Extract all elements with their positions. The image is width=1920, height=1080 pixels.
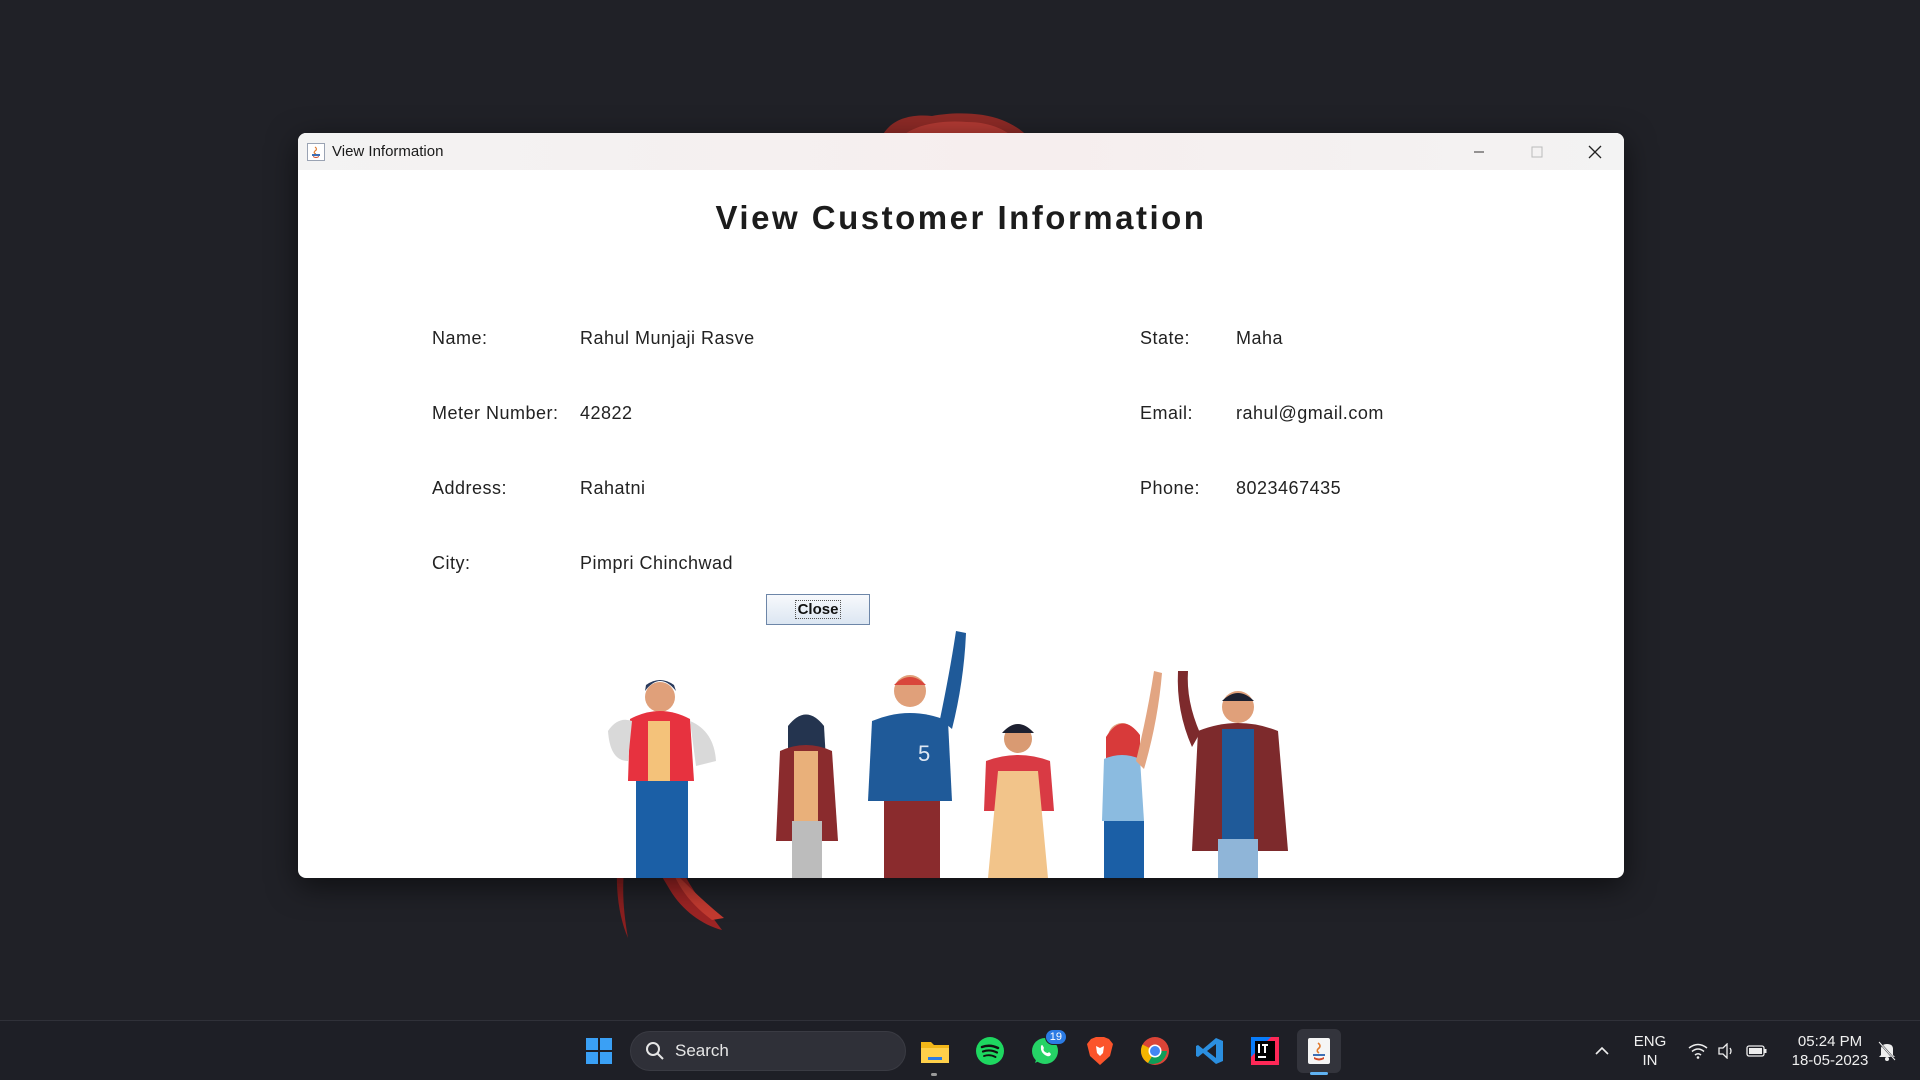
brave-button[interactable] — [1078, 1029, 1122, 1073]
people-illustration: 5 — [608, 631, 1288, 878]
volume-button[interactable] — [1712, 1029, 1742, 1073]
start-button[interactable] — [577, 1029, 621, 1073]
search-icon — [646, 1042, 664, 1060]
intellij-icon — [1251, 1037, 1279, 1065]
whatsapp-badge: 19 — [1044, 1029, 1067, 1045]
file-explorer-button[interactable] — [913, 1029, 957, 1073]
maximize-icon — [1531, 146, 1543, 157]
maximize-button[interactable] — [1508, 133, 1566, 170]
window-title: View Information — [332, 143, 444, 160]
name-value: Rahul Munjaji Rasve — [580, 328, 755, 348]
search-label: Search — [675, 1041, 729, 1060]
address-value: Rahatni — [580, 478, 646, 498]
battery-icon — [1746, 1045, 1767, 1057]
phone-label: Phone: — [1140, 478, 1201, 498]
minimize-button[interactable] — [1450, 133, 1508, 170]
address-label: Address: — [432, 478, 508, 498]
file-explorer-icon — [921, 1042, 949, 1063]
minimize-icon — [1474, 151, 1484, 152]
page-title: View Customer Information — [715, 199, 1207, 236]
running-indicator — [931, 1073, 937, 1076]
wifi-icon — [1688, 1043, 1708, 1059]
taskbar-search[interactable]: Search — [630, 1031, 906, 1071]
city-value: Pimpri Chinchwad — [580, 553, 734, 573]
notification-button[interactable] — [1872, 1029, 1902, 1073]
wallpaper-decoration — [616, 870, 724, 938]
spotify-icon — [976, 1037, 1004, 1065]
meter-number-label: Meter Number: — [432, 403, 559, 423]
whatsapp-button[interactable]: 19 — [1023, 1029, 1067, 1073]
state-value: Maha — [1236, 328, 1284, 348]
vscode-button[interactable] — [1188, 1029, 1232, 1073]
language-indicator[interactable]: ENG IN — [1628, 1032, 1672, 1070]
city-label: City: — [432, 553, 471, 573]
active-app-indicator — [1310, 1072, 1328, 1075]
clock[interactable]: 05:24 PM 18-05-2023 — [1780, 1032, 1880, 1070]
network-button[interactable] — [1683, 1029, 1713, 1073]
phone-value: 8023467435 — [1236, 478, 1342, 498]
svg-text:5: 5 — [918, 741, 930, 766]
email-label: Email: — [1140, 403, 1194, 423]
title-bar[interactable]: View Information — [298, 133, 1624, 170]
language-code: ENG — [1633, 1033, 1667, 1050]
vscode-icon — [1196, 1038, 1223, 1064]
volume-icon — [1718, 1043, 1732, 1059]
taskbar: Search 19 ENG IN 05:24 PM 18-05-2023 — [0, 1020, 1920, 1080]
close-window-button[interactable] — [1566, 133, 1624, 170]
battery-button[interactable] — [1742, 1029, 1772, 1073]
intellij-button[interactable] — [1243, 1029, 1287, 1073]
show-hidden-icons-button[interactable] — [1580, 1029, 1624, 1073]
email-value: rahul@gmail.com — [1236, 403, 1384, 423]
java-app-button[interactable] — [1297, 1029, 1341, 1073]
clock-date: 18-05-2023 — [1791, 1052, 1869, 1069]
close-icon — [1588, 145, 1602, 158]
spotify-button[interactable] — [968, 1029, 1012, 1073]
brave-icon — [1087, 1037, 1113, 1065]
view-information-window: View Information View Customer Informati… — [298, 133, 1624, 878]
windows-start-icon — [586, 1038, 612, 1064]
java-app-icon — [1308, 1038, 1330, 1064]
name-label: Name: — [432, 328, 488, 348]
clock-time: 05:24 PM — [1797, 1033, 1863, 1050]
chrome-button[interactable] — [1133, 1029, 1177, 1073]
meter-number-value: 42822 — [580, 403, 633, 423]
region-code: IN — [1642, 1052, 1658, 1069]
notification-icon — [1878, 1041, 1896, 1061]
chevron-up-icon — [1595, 1046, 1609, 1055]
java-icon — [307, 142, 325, 161]
chrome-icon — [1140, 1037, 1169, 1065]
state-label: State: — [1140, 328, 1191, 348]
